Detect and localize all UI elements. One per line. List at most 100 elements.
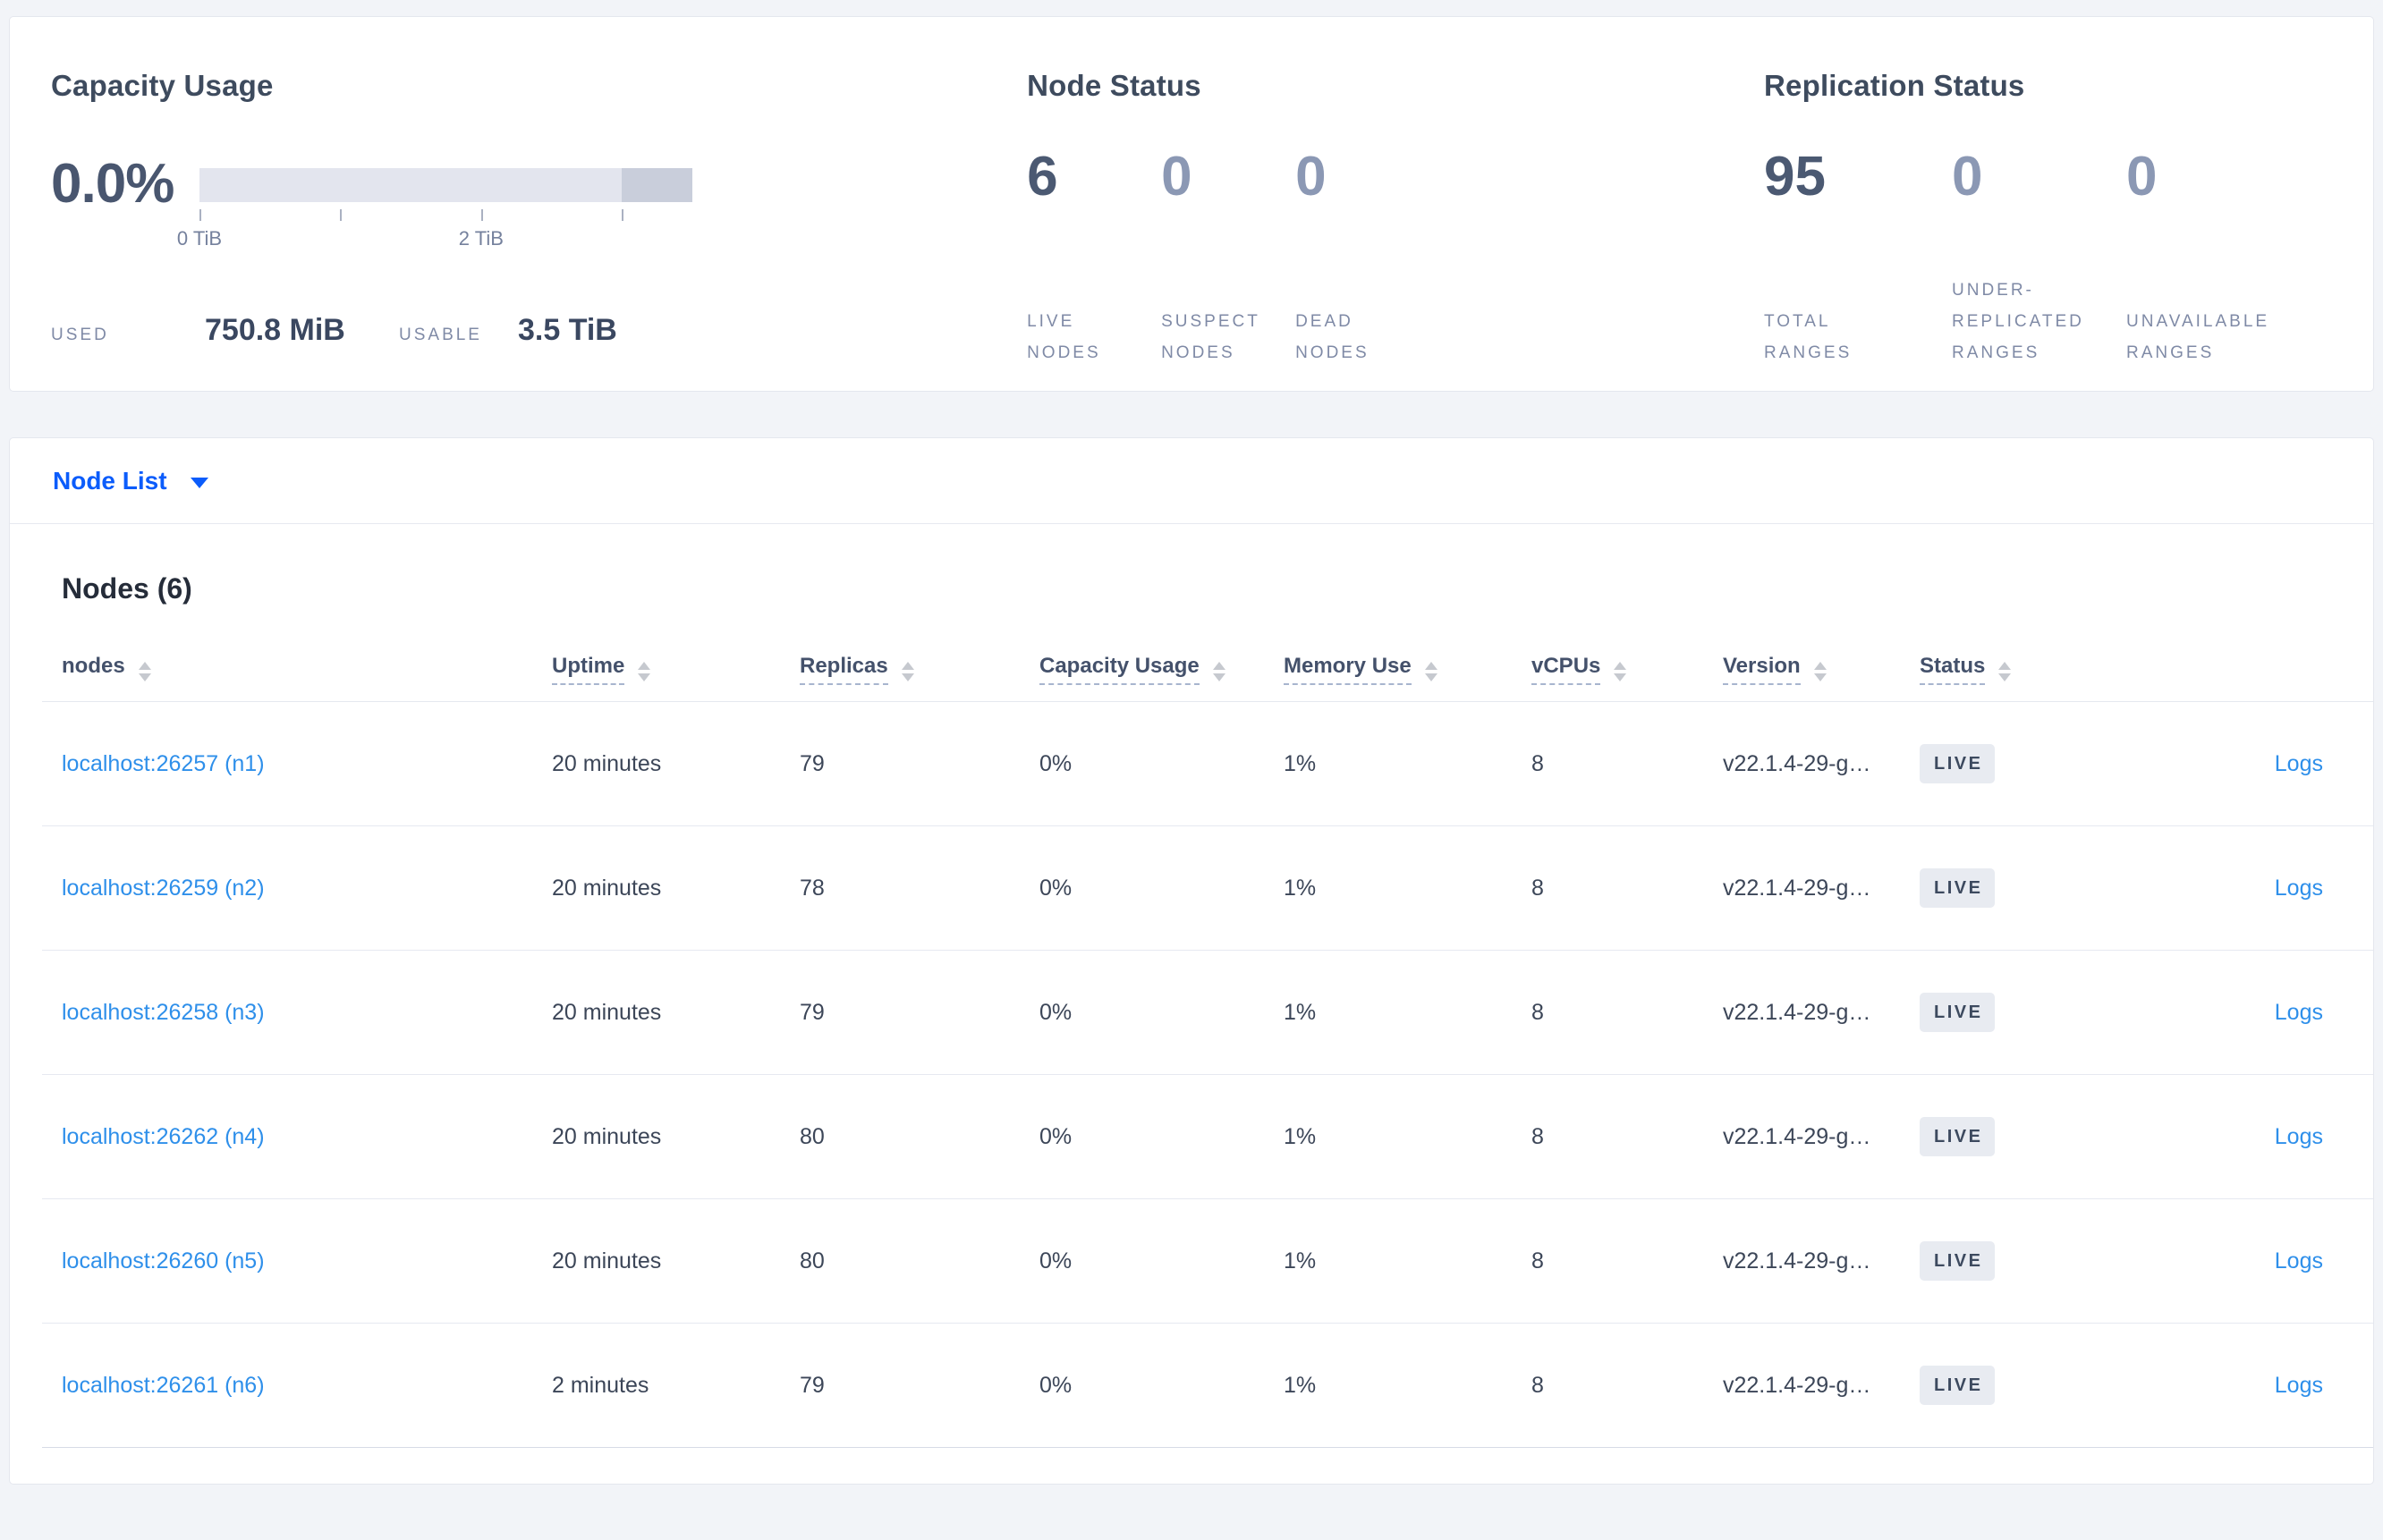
table-row: localhost:26261 (n6) 2 minutes 79 0% 1% …: [42, 1323, 2373, 1448]
column-header-nodes[interactable]: nodes: [42, 641, 532, 702]
cell-memory-use: 1%: [1264, 701, 1512, 826]
table-row: localhost:26260 (n5) 20 minutes 80 0% 1%…: [42, 1198, 2373, 1324]
table-row: localhost:26262 (n4) 20 minutes 80 0% 1%…: [42, 1074, 2373, 1199]
cell-vcpus: 8: [1512, 701, 1703, 826]
cell-vcpus: 8: [1512, 1198, 1703, 1324]
axis-tick: [480, 209, 483, 221]
column-header-version[interactable]: Version: [1703, 641, 1900, 702]
status-badge: LIVE: [1920, 1117, 1996, 1156]
cell-vcpus: 8: [1512, 950, 1703, 1075]
sort-icon: [1614, 662, 1627, 681]
column-header-logs: [2079, 641, 2373, 702]
node-link[interactable]: localhost:26262 (n4): [62, 1124, 265, 1149]
sort-icon: [1998, 662, 2012, 681]
node-link[interactable]: localhost:26259 (n2): [62, 876, 265, 901]
stat-label: TOTAL RANGES: [1764, 311, 1853, 362]
caret-down-icon: [190, 477, 208, 488]
capacity-bar-track: [199, 168, 692, 202]
table-row: localhost:26257 (n1) 20 minutes 79 0% 1%…: [42, 701, 2373, 826]
node-list-dropdown[interactable]: Node List: [53, 467, 208, 495]
status-badge: LIVE: [1920, 1366, 1996, 1405]
axis-tick: [340, 209, 343, 221]
logs-link[interactable]: Logs: [2275, 751, 2323, 776]
cell-node: localhost:26259 (n2): [42, 825, 532, 951]
node-status-section: Node Status 6 LIVE NODES 0 SUSPECT NODES…: [1027, 69, 1764, 391]
cell-status: LIVE: [1900, 1323, 2079, 1448]
column-header-uptime[interactable]: Uptime: [532, 641, 780, 702]
logs-link[interactable]: Logs: [2275, 1248, 2323, 1273]
cell-status: LIVE: [1900, 825, 2079, 951]
stat-value: 0: [1295, 146, 1327, 207]
logs-link[interactable]: Logs: [2275, 876, 2323, 901]
stat-value: 6: [1027, 146, 1058, 207]
cell-capacity-usage: 0%: [1020, 950, 1264, 1075]
usable-value: 3.5 TiB: [518, 313, 617, 347]
cell-version: v22.1.4-29-g…: [1703, 1074, 1900, 1199]
cell-logs: Logs: [2079, 1198, 2373, 1324]
axis-tick-label: 2 TiB: [458, 227, 504, 250]
node-link[interactable]: localhost:26261 (n6): [62, 1373, 265, 1398]
column-header-capacity-usage[interactable]: Capacity Usage: [1020, 641, 1264, 702]
table-row: localhost:26258 (n3) 20 minutes 79 0% 1%…: [42, 950, 2373, 1075]
cell-logs: Logs: [2079, 950, 2373, 1075]
capacity-gauge: 0.0% 0 TiB 2 TiB: [51, 155, 1027, 254]
replication-stats: 95 TOTAL RANGES 0 UNDER-REPLICATED RANGE…: [1764, 149, 2332, 368]
column-header-memory-use[interactable]: Memory Use: [1264, 641, 1512, 702]
cell-uptime: 2 minutes: [532, 1323, 780, 1448]
cell-uptime: 20 minutes: [532, 1074, 780, 1199]
axis-tick: [199, 209, 201, 221]
used-value: 750.8 MiB: [205, 313, 345, 347]
stat-value: 0: [1161, 146, 1192, 207]
cell-vcpus: 8: [1512, 1074, 1703, 1199]
sort-icon: [1424, 662, 1437, 681]
column-header-replicas[interactable]: Replicas: [780, 641, 1020, 702]
column-header-vcpus[interactable]: vCPUs: [1512, 641, 1703, 702]
sort-icon: [1813, 662, 1827, 681]
cell-version: v22.1.4-29-g…: [1703, 950, 1900, 1075]
nodes-table-heading: Nodes (6): [62, 572, 192, 605]
cell-memory-use: 1%: [1264, 950, 1512, 1075]
cell-logs: Logs: [2079, 1074, 2373, 1199]
cell-node: localhost:26262 (n4): [42, 1074, 532, 1199]
capacity-bar: 0 TiB 2 TiB: [177, 168, 692, 254]
cell-uptime: 20 minutes: [532, 950, 780, 1075]
stat-suspect-nodes: 0 SUSPECT NODES: [1161, 149, 1295, 368]
cell-status: LIVE: [1900, 701, 2079, 826]
logs-link[interactable]: Logs: [2275, 1124, 2323, 1149]
cell-memory-use: 1%: [1264, 825, 1512, 951]
node-link[interactable]: localhost:26260 (n5): [62, 1248, 265, 1273]
stat-label: DEAD NODES: [1295, 311, 1370, 362]
cell-version: v22.1.4-29-g…: [1703, 1323, 1900, 1448]
logs-link[interactable]: Logs: [2275, 1000, 2323, 1025]
axis-tick: [622, 209, 624, 221]
stat-live-nodes: 6 LIVE NODES: [1027, 149, 1161, 368]
cell-node: localhost:26258 (n3): [42, 950, 532, 1075]
sort-icon: [1212, 662, 1225, 681]
capacity-usage-section: Capacity Usage 0.0% 0 TiB 2 TiB USED 750…: [51, 69, 1027, 391]
cell-node: localhost:26261 (n6): [42, 1323, 532, 1448]
cell-replicas: 79: [780, 701, 1020, 826]
view-selector-bar: Node List: [10, 438, 2373, 524]
cell-logs: Logs: [2079, 825, 2373, 951]
logs-link[interactable]: Logs: [2275, 1373, 2323, 1398]
table-header-row: nodes Uptime Replicas Capacity Usage Mem…: [42, 641, 2373, 702]
cell-status: LIVE: [1900, 1074, 2079, 1199]
stat-value: 0: [2126, 146, 2158, 207]
column-header-status[interactable]: Status: [1900, 641, 2079, 702]
usable-label: USABLE: [399, 326, 482, 344]
node-list-card: Node List Nodes (6) nodes Uptime Replica…: [9, 437, 2374, 1485]
table-row: localhost:26259 (n2) 20 minutes 78 0% 1%…: [42, 825, 2373, 951]
node-list-dropdown-label: Node List: [53, 466, 167, 495]
status-badge: LIVE: [1920, 993, 1996, 1032]
node-link[interactable]: localhost:26258 (n3): [62, 1000, 265, 1025]
node-link[interactable]: localhost:26257 (n1): [62, 751, 265, 776]
cell-memory-use: 1%: [1264, 1074, 1512, 1199]
cluster-summary-card: Capacity Usage 0.0% 0 TiB 2 TiB USED 750…: [9, 16, 2374, 392]
capacity-usage-title: Capacity Usage: [51, 69, 274, 102]
used-label: USED: [51, 326, 109, 344]
stat-under-replicated-ranges: 0 UNDER-REPLICATED RANGES: [1952, 149, 2126, 368]
stat-label: UNDER-REPLICATED RANGES: [1952, 280, 2084, 362]
node-status-stats: 6 LIVE NODES 0 SUSPECT NODES 0 DEAD NODE…: [1027, 149, 1764, 368]
cell-capacity-usage: 0%: [1020, 701, 1264, 826]
status-badge: LIVE: [1920, 1241, 1996, 1281]
